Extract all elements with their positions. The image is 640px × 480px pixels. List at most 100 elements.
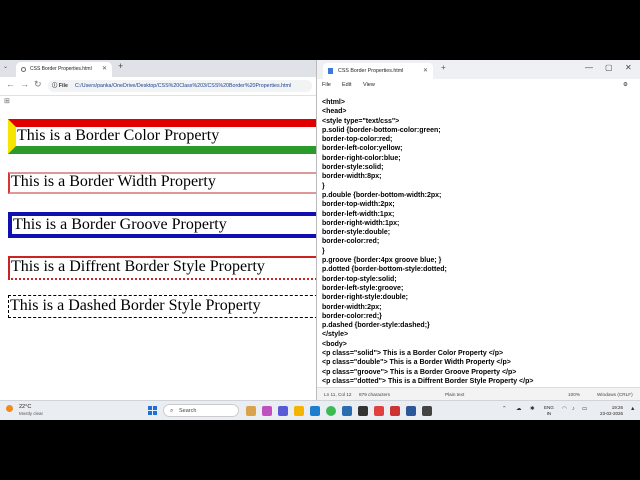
dashed-border-paragraph: This is a Dashed Border Style Property (8, 295, 328, 318)
language-indicator[interactable]: ENG IN (544, 405, 554, 416)
settings-gear-icon[interactable]: ⚙ (623, 82, 628, 88)
wifi-icon[interactable]: ◠ (562, 406, 567, 412)
code-line: border-left-color:yellow; (322, 145, 403, 153)
code-line: <body> (322, 340, 347, 348)
minimize-icon[interactable]: — (585, 63, 593, 72)
language-code: ENG (544, 405, 554, 410)
close-window-icon[interactable]: ✕ (625, 63, 632, 72)
close-tab-icon[interactable]: ✕ (102, 62, 107, 77)
close-tab-icon[interactable]: ✕ (423, 63, 428, 79)
code-editor[interactable]: <html> <head> <style type="text/css"> p.sol… (322, 98, 638, 390)
code-line: border-top-color:red; (322, 136, 393, 144)
copilot-icon[interactable] (262, 406, 272, 416)
reload-icon[interactable]: ↻ (34, 79, 42, 90)
code-line: border-left-width:1px; (322, 210, 395, 218)
menu-file[interactable]: File (322, 82, 331, 88)
browser-toolbar: ← → ↻ ⓘ File C:/Users/panka/OneDrive/Des… (0, 77, 316, 96)
volume-icon[interactable]: ♪ (572, 406, 575, 412)
notification-bell-icon[interactable]: ▲ (630, 406, 635, 412)
code-line: <p class="dotted"> This is a Diffrent Bo… (322, 377, 534, 385)
globe-icon (21, 67, 26, 72)
double-border-paragraph: This is a Border Width Property (8, 172, 328, 194)
desktop-screen: ⌄ CSS Border Properties.html ✕ + ← → ↻ ⓘ… (0, 60, 640, 420)
search-icon: ⌕ (170, 408, 174, 414)
file-explorer-icon[interactable] (294, 406, 304, 416)
search-placeholder: Search (179, 408, 197, 414)
task-view-icon[interactable] (246, 406, 256, 416)
notepad-tab[interactable]: CSS Border Properties.html ✕ (323, 63, 433, 79)
info-icon: ⓘ File (52, 83, 68, 89)
teams-icon[interactable] (278, 406, 288, 416)
url-text: C:/Users/panka/OneDrive/Desktop/CSS%20Cl… (75, 83, 292, 89)
code-line: <html> (322, 99, 345, 106)
notepad-icon (328, 68, 333, 74)
address-bar[interactable]: ⓘ File C:/Users/panka/OneDrive/Desktop/C… (48, 80, 312, 92)
code-line: border-style:double; (322, 229, 391, 237)
code-line: border-left-style:groove; (322, 284, 404, 292)
taskbar-search[interactable]: ⌕ Search (163, 404, 239, 417)
code-line: <p class="solid"> This is a Border Color… (322, 350, 504, 358)
dotted-border-paragraph: This is a Diffrent Border Style Property (8, 256, 328, 280)
browser-tab-title: CSS Border Properties.html (30, 66, 92, 72)
code-line: border-right-color:blue; (322, 154, 401, 162)
word-icon[interactable] (406, 406, 416, 416)
clock-date: 23-02-2026 (600, 410, 624, 416)
code-line: border-width:8px; (322, 173, 382, 181)
browser-tab[interactable]: CSS Border Properties.html ✕ (16, 62, 112, 77)
code-line: <p class="groove"> This is a Border Groo… (322, 368, 517, 376)
notepad-taskbar-icon[interactable] (342, 406, 352, 416)
edge-icon[interactable] (310, 406, 320, 416)
taskbar: 22°C Mostly clear ⌕ Search ⌃ ☁ ✱ ENG IN … (0, 400, 640, 420)
code-line: <p class="double"> This is a Border Widt… (322, 359, 511, 367)
code-line: } (322, 247, 325, 255)
app-icon[interactable] (358, 406, 368, 416)
browser-tab-bar: ⌄ CSS Border Properties.html ✕ + (0, 60, 316, 77)
maximize-icon[interactable]: ▢ (605, 63, 613, 72)
weather-description: Mostly clear (19, 411, 44, 416)
weather-icon[interactable] (6, 405, 13, 412)
code-line: p.double {border-bottom-width:2px; (322, 191, 442, 199)
line-ending: Windows (CRLF) (597, 392, 633, 397)
start-windows-icon[interactable] (148, 406, 158, 416)
code-line: p.dashed {border-style:dashed;} (322, 322, 430, 330)
page-content: This is a Border Color Property This is … (0, 108, 328, 400)
brave-icon[interactable] (374, 406, 384, 416)
zoom-level: 100% (568, 392, 580, 397)
solid-border-paragraph: This is a Border Color Property (8, 119, 328, 154)
new-tab-icon[interactable]: + (441, 63, 446, 72)
code-line: border-right-style:double; (322, 294, 408, 302)
media-icon[interactable] (390, 406, 400, 416)
code-line: p.solid {border-bottom-color:green; (322, 126, 441, 134)
chrome-icon[interactable] (326, 406, 336, 416)
onedrive-icon[interactable]: ☁ (516, 406, 522, 412)
notepad-window: CSS Border Properties.html ✕ + — ▢ ✕ Fil… (316, 60, 640, 401)
cursor-position: Ln 11, Col 12 (324, 392, 352, 397)
code-line: p.dotted {border-bottom-style:dotted; (322, 266, 447, 274)
battery-icon[interactable]: ▭ (582, 406, 587, 412)
forward-icon[interactable]: → (20, 79, 29, 89)
file-chip-label: File (58, 83, 68, 89)
code-line: border-right-width:1px; (322, 219, 400, 227)
new-tab-icon[interactable]: + (118, 61, 123, 71)
code-line: <style type="text/css"> (322, 117, 400, 125)
terminal-icon[interactable] (422, 406, 432, 416)
tab-actions-chevron-icon[interactable]: ⌄ (3, 63, 8, 70)
menu-edit[interactable]: Edit (342, 82, 351, 88)
code-line: p.groove {border:4px groove blue; } (322, 257, 442, 265)
character-count: 879 characters (359, 392, 391, 397)
menu-view[interactable]: View (363, 82, 375, 88)
tray-chevron-icon[interactable]: ⌃ (502, 406, 507, 412)
text-format: Plain text (445, 392, 465, 397)
clock[interactable]: 19:26 23-02-2026 (600, 405, 623, 416)
code-line: border-top-style:solid; (322, 275, 397, 283)
apps-grid-icon[interactable]: ⊞ (4, 97, 10, 105)
notepad-tab-title: CSS Border Properties.html (338, 68, 404, 74)
code-line: border-color:red;} (322, 312, 382, 320)
back-icon[interactable]: ← (6, 79, 15, 89)
notepad-menu-bar: File Edit View ⚙ (317, 79, 640, 92)
region-code: IN (546, 410, 552, 416)
groove-border-paragraph: This is a Border Groove Property (8, 212, 328, 238)
browser-window: ⌄ CSS Border Properties.html ✕ + ← → ↻ ⓘ… (0, 60, 328, 400)
bluetooth-icon[interactable]: ✱ (530, 406, 535, 412)
weather-temperature: 22°C (19, 404, 32, 410)
